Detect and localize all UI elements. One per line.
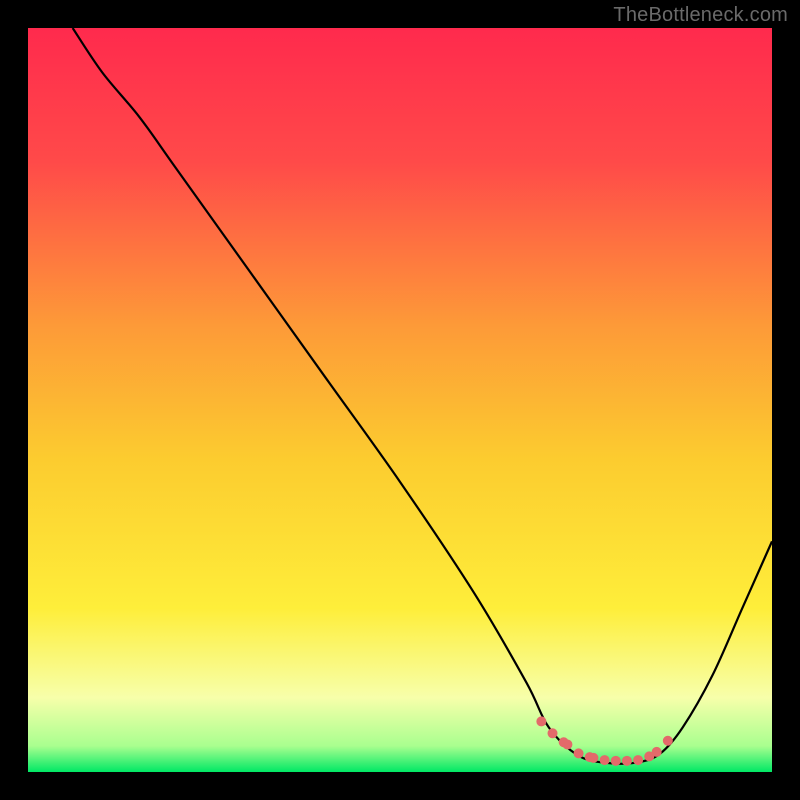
optimal-point-marker (588, 753, 598, 763)
optimal-point-marker (600, 755, 610, 765)
plot-background-gradient (28, 28, 772, 772)
chart-container: TheBottleneck.com (0, 0, 800, 800)
optimal-point-marker (633, 755, 643, 765)
optimal-point-marker (622, 756, 632, 766)
optimal-point-marker (652, 747, 662, 757)
watermark-text: TheBottleneck.com (613, 4, 788, 27)
optimal-point-marker (562, 739, 572, 749)
optimal-point-marker (574, 748, 584, 758)
optimal-point-marker (663, 736, 673, 746)
bottleneck-chart (0, 0, 800, 800)
optimal-point-marker (611, 756, 621, 766)
optimal-point-marker (536, 716, 546, 726)
optimal-point-marker (548, 728, 558, 738)
